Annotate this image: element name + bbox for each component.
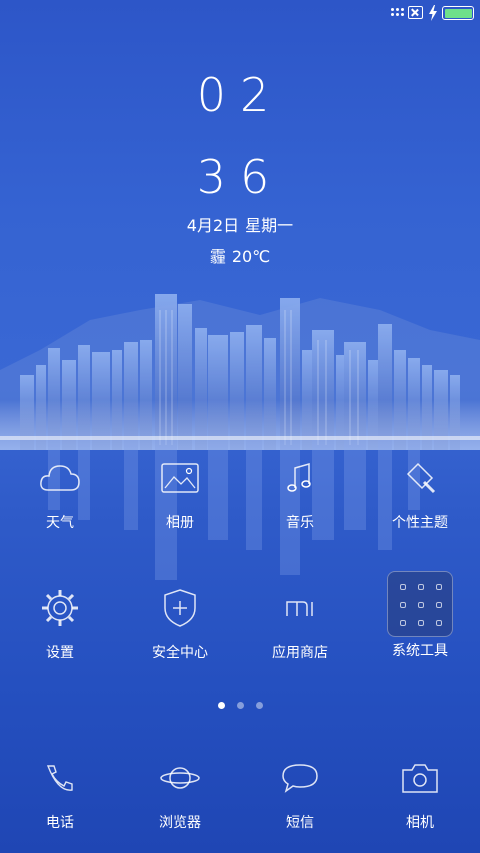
date-weekday: 星期一 (245, 216, 294, 235)
status-bar (0, 0, 480, 26)
battery-icon (442, 6, 474, 20)
app-label: 系统工具 (392, 643, 448, 659)
page-dot (255, 702, 263, 709)
app-label: 相册 (166, 515, 194, 531)
dock-camera[interactable]: 相机 (360, 748, 480, 832)
app-label: 浏览器 (159, 815, 201, 831)
dock-phone[interactable]: 电话 (0, 748, 120, 832)
app-gallery[interactable]: 相册 (120, 448, 240, 532)
battery-fill (444, 8, 472, 18)
clock-hour[interactable]: 02 (0, 68, 480, 122)
shield-plus-icon (164, 589, 196, 627)
dock-messages[interactable]: 短信 (240, 748, 360, 832)
mi-store-icon (286, 601, 313, 616)
app-themes[interactable]: 个性主题 (360, 448, 480, 532)
message-icon (282, 764, 318, 793)
app-label: 设置 (46, 645, 74, 661)
app-label: 应用商店 (272, 645, 328, 661)
date-line[interactable]: 4月2日 星期一 (0, 212, 480, 236)
folder-icon (387, 571, 453, 637)
sim-x-icon (408, 6, 423, 19)
app-weather[interactable]: 天气 (0, 448, 120, 532)
weather-condition: 霾 (209, 247, 226, 266)
signal-dots-icon (391, 8, 405, 18)
page-dot-active (217, 702, 225, 709)
app-store[interactable]: 应用商店 (240, 578, 360, 662)
camera-icon (402, 764, 438, 793)
clock-minute[interactable]: 36 (0, 150, 480, 204)
brush-icon (406, 462, 436, 494)
app-label: 安全中心 (152, 645, 208, 661)
app-security-center[interactable]: 安全中心 (120, 578, 240, 662)
weather-temperature: 20℃ (231, 247, 271, 266)
app-settings[interactable]: 设置 (0, 578, 120, 662)
city-skyline-wallpaper (0, 294, 480, 450)
app-system-tools-folder[interactable]: 系统工具 (360, 570, 480, 660)
bolt-icon (429, 5, 437, 21)
planet-icon (160, 767, 200, 789)
app-label: 电话 (46, 815, 74, 831)
cloud-icon (40, 465, 80, 491)
gear-icon (42, 590, 78, 626)
music-note-icon (287, 463, 311, 492)
dock-browser[interactable]: 浏览器 (120, 748, 240, 832)
photo-icon (161, 463, 199, 493)
weather-line[interactable]: 霾 20℃ (0, 243, 480, 267)
app-music[interactable]: 音乐 (240, 448, 360, 532)
page-indicator[interactable] (0, 702, 480, 709)
app-label: 短信 (286, 815, 314, 831)
app-label: 天气 (46, 515, 74, 531)
app-label: 个性主题 (392, 515, 448, 531)
date-day: 4月2日 (186, 216, 240, 235)
phone-icon (46, 765, 73, 791)
app-label: 音乐 (286, 515, 314, 531)
page-dot (236, 702, 244, 709)
app-label: 相机 (406, 815, 434, 831)
